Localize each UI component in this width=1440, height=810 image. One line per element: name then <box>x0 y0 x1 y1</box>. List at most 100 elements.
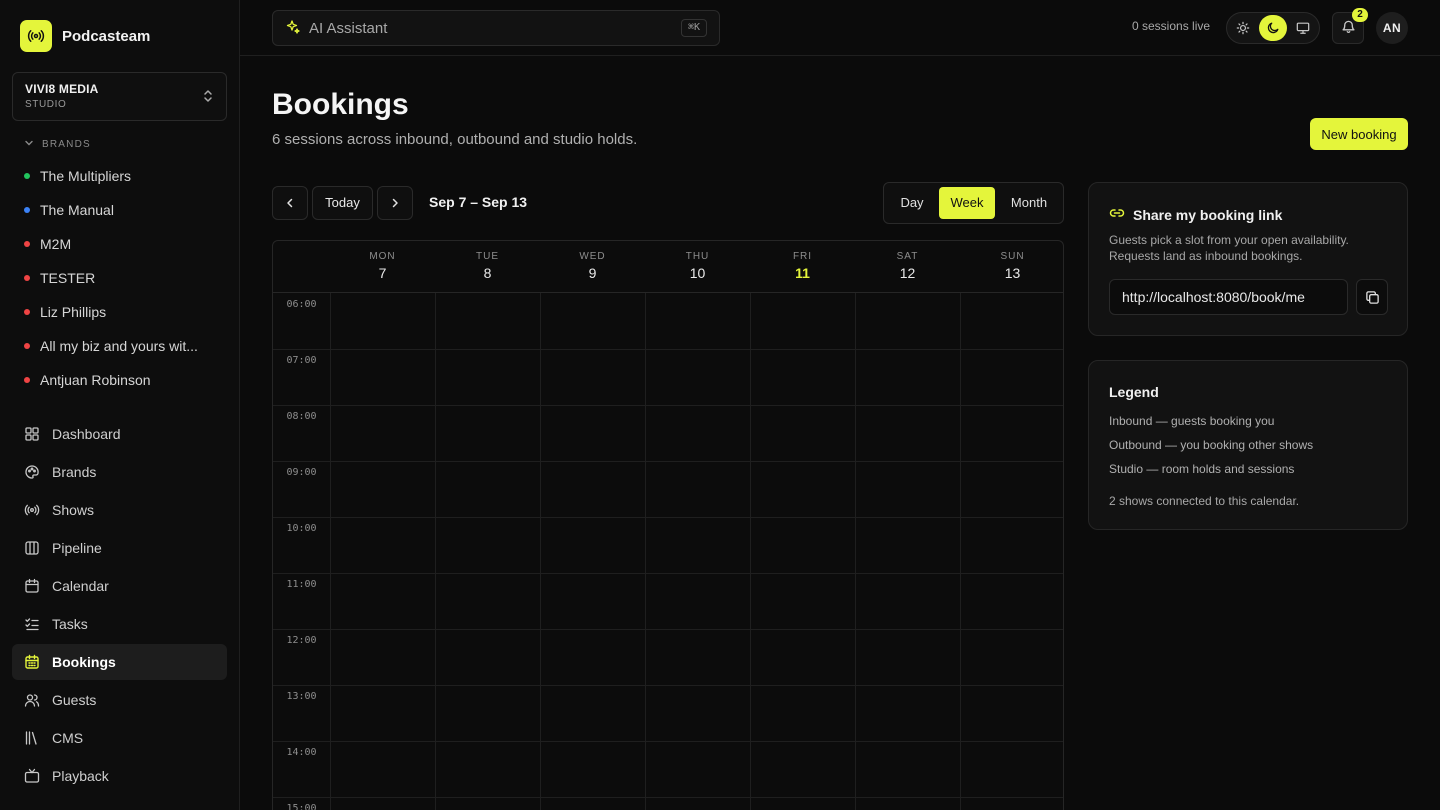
nav-item-brands[interactable]: Brands <box>12 454 227 490</box>
chevrons-up-down-icon <box>202 89 214 106</box>
nav-item-playback[interactable]: Playback <box>12 758 227 794</box>
copy-link-button[interactable] <box>1356 279 1388 315</box>
legend-item-inbound: Inbound — guests booking you <box>1109 414 1275 428</box>
notifications-badge: 2 <box>1352 8 1368 22</box>
nav-item-calendar[interactable]: Calendar <box>12 568 227 604</box>
brand-color-dot <box>24 343 30 349</box>
day-column-divider <box>330 293 331 810</box>
hour-gridline <box>273 797 1063 798</box>
brand-color-dot <box>24 309 30 315</box>
time-label: 08:00 <box>286 411 317 422</box>
day-number: 13 <box>1004 265 1021 281</box>
view-month-button[interactable]: Month <box>999 187 1059 219</box>
day-name: TUE <box>476 251 499 262</box>
next-week-button[interactable] <box>377 186 413 220</box>
prev-week-button[interactable] <box>272 186 308 220</box>
brand-item[interactable]: All my biz and yours wit... <box>24 329 216 363</box>
nav-label: Calendar <box>52 578 109 594</box>
nav-item-shows[interactable]: Shows <box>12 492 227 528</box>
palette-icon <box>24 464 40 480</box>
day-header-fri: FRI 11 <box>750 241 855 293</box>
brand-label: M2M <box>40 236 72 252</box>
day-name: MON <box>369 251 396 262</box>
share-booking-link-card: Share my booking link Guests pick a slot… <box>1088 182 1408 336</box>
nav-item-tasks[interactable]: Tasks <box>12 606 227 642</box>
app-name: Podcasteam <box>62 27 151 45</box>
legend-footer: 2 shows connected to this calendar. <box>1109 494 1300 508</box>
hour-gridline <box>273 349 1063 350</box>
nav-label: Tasks <box>52 616 88 632</box>
nav-label: CMS <box>52 730 84 746</box>
brand-color-dot <box>24 207 30 213</box>
nav-item-dashboard[interactable]: Dashboard <box>12 416 227 452</box>
org-switcher[interactable]: VIVI8 MEDIA STUDIO <box>12 72 227 121</box>
brand-label: All my biz and yours wit... <box>40 338 198 354</box>
sun-icon <box>1236 21 1250 35</box>
bookings-icon <box>24 654 40 670</box>
date-range-label: Sep 7 – Sep 13 <box>429 194 528 210</box>
legend-card: Legend Inbound — guests booking you Outb… <box>1088 360 1408 530</box>
ai-assistant-label: AI Assistant <box>309 19 388 37</box>
day-number: 12 <box>899 265 916 281</box>
theme-system-option[interactable] <box>1289 15 1317 41</box>
chevron-left-icon <box>287 198 293 208</box>
day-number: 9 <box>588 265 597 281</box>
time-label: 14:00 <box>286 747 317 758</box>
view-toggle: Day Week Month <box>883 182 1064 224</box>
share-card-title: Share my booking link <box>1109 205 1282 224</box>
page-subtitle: 6 sessions across inbound, outbound and … <box>272 131 638 148</box>
share-description: Guests pick a slot from your open availa… <box>1109 233 1349 263</box>
day-header-sun: SUN 13 <box>960 241 1063 293</box>
broadcast-icon <box>24 502 40 518</box>
new-booking-button[interactable]: New booking <box>1310 118 1408 150</box>
nav-item-guests[interactable]: Guests <box>12 682 227 718</box>
day-header-wed: WED 9 <box>540 241 645 293</box>
view-week-button[interactable]: Week <box>939 187 995 219</box>
day-number: 8 <box>483 265 492 281</box>
brand-item[interactable]: Antjuan Robinson <box>24 363 216 397</box>
tasks-icon <box>24 616 40 632</box>
hour-gridline <box>273 629 1063 630</box>
broadcast-logo-icon <box>20 20 52 52</box>
library-icon <box>24 730 40 746</box>
day-column-divider <box>855 293 856 810</box>
brand-list: The Multipliers The Manual M2M TESTER Li… <box>24 159 216 397</box>
brand-item[interactable]: Liz Phillips <box>24 295 216 329</box>
day-header-mon: MON 7 <box>330 241 435 293</box>
theme-light-option[interactable] <box>1229 15 1257 41</box>
user-avatar[interactable]: AN <box>1376 12 1408 44</box>
day-name: WED <box>579 251 606 262</box>
theme-toggle <box>1226 12 1320 44</box>
hour-gridline <box>273 405 1063 406</box>
nav-item-cms[interactable]: CMS <box>12 720 227 756</box>
day-number: 10 <box>689 265 706 281</box>
theme-dark-option[interactable] <box>1259 15 1287 41</box>
brand-item[interactable]: TESTER <box>24 261 216 295</box>
nav-item-pipeline[interactable]: Pipeline <box>12 530 227 566</box>
view-day-button[interactable]: Day <box>888 187 936 219</box>
day-name: SAT <box>896 251 919 262</box>
brands-section-toggle[interactable]: BRANDS <box>24 138 91 151</box>
nav-label: Brands <box>52 464 97 480</box>
brand-item[interactable]: The Multipliers <box>24 159 216 193</box>
day-name: FRI <box>792 251 813 262</box>
time-label: 07:00 <box>286 355 317 366</box>
day-header-thu: THU 10 <box>645 241 750 293</box>
sessions-live-status: 0 sessions live <box>1132 19 1211 33</box>
sparkles-icon <box>285 19 301 38</box>
pipeline-icon <box>24 540 40 556</box>
brand-item[interactable]: The Manual <box>24 193 216 227</box>
calendar-day-header: MON 7 TUE 8 WED 9 THU 10 FRI 11 SAT 12 SUN 13 <box>273 241 1063 293</box>
nav-item-bookings[interactable]: Bookings <box>12 644 227 680</box>
nav-label: Guests <box>52 692 97 708</box>
today-button[interactable]: Today <box>312 186 373 220</box>
brand-item[interactable]: M2M <box>24 227 216 261</box>
brand-label: Antjuan Robinson <box>40 372 151 388</box>
ai-assistant-button[interactable]: AI Assistant ⌘K <box>272 10 720 46</box>
day-column-divider <box>435 293 436 810</box>
app-logo[interactable]: Podcasteam <box>20 20 150 52</box>
nav-label: Dashboard <box>52 426 121 442</box>
week-calendar-grid: MON 7 TUE 8 WED 9 THU 10 FRI 11 SAT 12 SUN 13 0… <box>272 240 1064 810</box>
nav-label: Pipeline <box>52 540 102 556</box>
booking-link-input[interactable] <box>1109 279 1348 315</box>
